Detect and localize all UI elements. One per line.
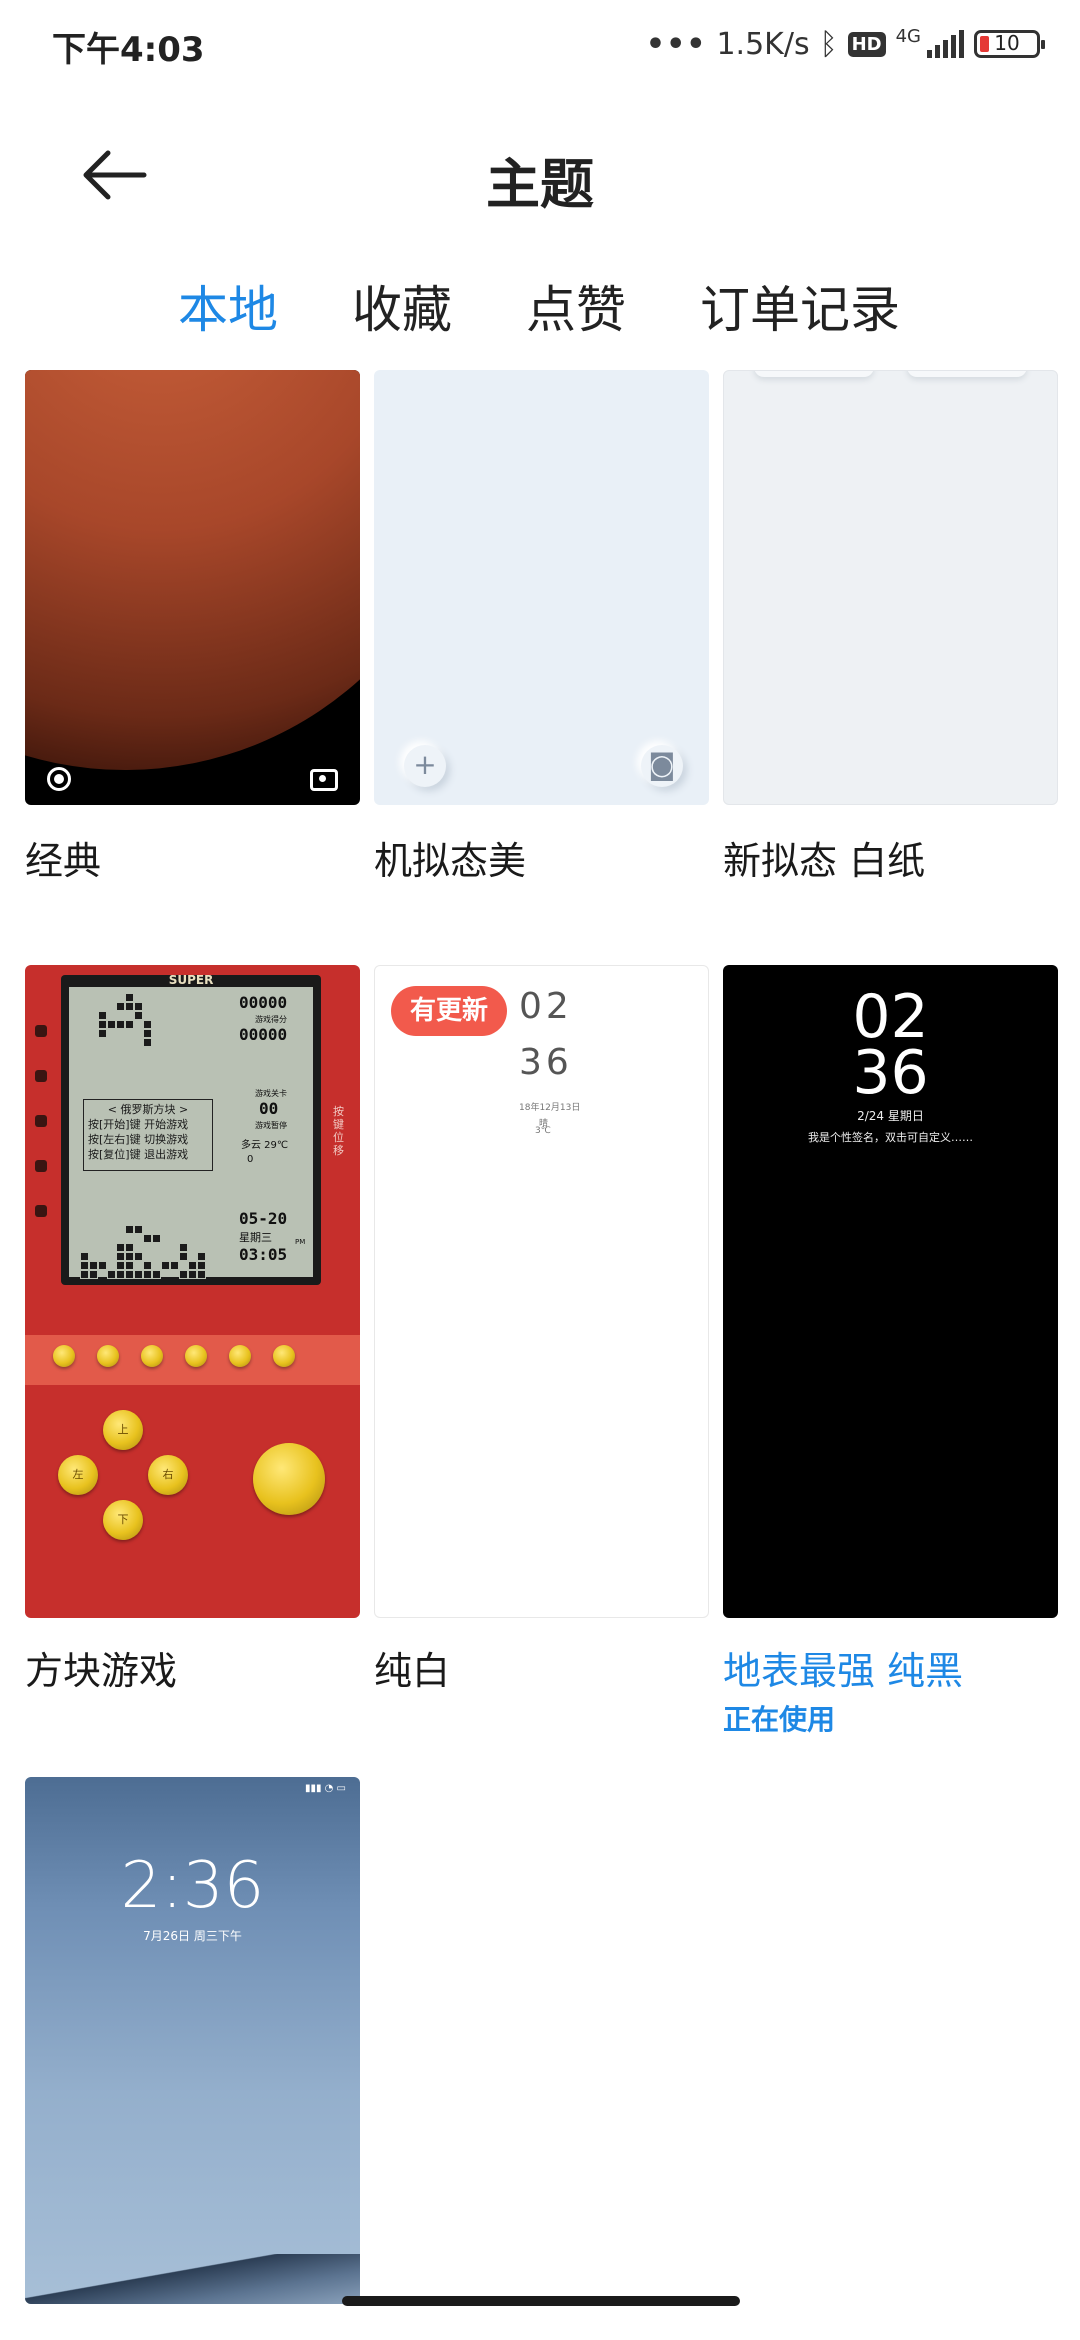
dune-image	[25, 2254, 360, 2304]
preview-minute: 36	[852, 1038, 929, 1108]
lcd-brand: SUPER	[168, 973, 214, 987]
theme-name: 机拟态美	[374, 839, 527, 883]
dpad-left-button: 左	[58, 1455, 98, 1495]
tetris-menu: < 俄罗斯方块 > 按[开始]键 开始游戏 按[左右]键 切换游戏 按[复位]键…	[83, 1099, 213, 1171]
preview-signature: 我是个性签名，双击可自定义……	[808, 1131, 973, 1144]
preview-minute: 36	[519, 1042, 573, 1083]
camera-icon: ◙	[641, 745, 683, 787]
camera-icon	[35, 1205, 47, 1217]
preview-date: 18年12月13日	[519, 1103, 581, 1113]
mars-planet-image	[25, 370, 360, 770]
theme-name: 地表最强 纯黑	[723, 1649, 964, 1693]
record-icon	[47, 767, 71, 791]
page-title: 主题	[486, 153, 594, 216]
preview-time: 2:36	[120, 1849, 265, 1923]
menu-title: < 俄罗斯方块 >	[107, 1103, 189, 1116]
preview-temp: 3℃	[535, 1126, 551, 1136]
tetris-lcd: SUPER < 俄罗斯方块 > 按[开始]键 开始游戏 按[左右]键 切换游戏 …	[61, 973, 321, 1285]
chat-icon	[35, 1025, 47, 1037]
clock-readout: 03:05	[239, 1245, 288, 1264]
hd-icon: HD	[847, 31, 886, 57]
menu-line: 按[开始]键 开始游戏	[88, 1118, 189, 1131]
theme-name: 经典	[25, 839, 102, 883]
bluetooth-icon: ᛒ	[819, 26, 838, 62]
function-button	[141, 1345, 163, 1367]
in-use-status: 正在使用	[723, 1703, 836, 1736]
preview-date: 2/24 星期日	[857, 1109, 924, 1123]
theme-card-pure-white[interactable]: 有更新 02 36 18年12月13日 晴 3℃	[374, 965, 709, 1618]
menu-line: 按[左右]键 切换游戏	[88, 1133, 189, 1146]
dpad-down-button: 下	[103, 1500, 143, 1540]
menu-line: 按[复位]键 退出游戏	[88, 1148, 189, 1161]
tab-favorites[interactable]: 收藏	[352, 270, 452, 342]
tab-bar: 本地 收藏 点赞 订单记录	[0, 270, 1080, 350]
net-speed: 1.5K/s	[716, 26, 810, 62]
side-hint: 按键位移	[333, 1105, 344, 1157]
score-readout-2: 00000	[239, 1025, 288, 1044]
score-readout: 00000	[239, 993, 288, 1012]
preview-hour: 02	[519, 986, 573, 1027]
battery-icon: 10	[974, 30, 1045, 58]
more-dots-icon: •••	[645, 26, 707, 62]
update-badge: 有更新	[391, 986, 507, 1036]
network-type: 4G	[895, 25, 921, 47]
alarm-icon	[35, 1070, 47, 1082]
function-button-strip	[25, 1335, 360, 1385]
function-button	[53, 1345, 75, 1367]
camera-icon	[310, 769, 338, 791]
function-button	[229, 1345, 251, 1367]
pause-label: 游戏暂停	[255, 1121, 287, 1130]
theme-card-tetris[interactable]: SUPER < 俄罗斯方块 > 按[开始]键 开始游戏 按[左右]键 切换游戏 …	[25, 965, 360, 1618]
plus-icon: +	[404, 745, 446, 787]
status-indicators: ••• 1.5K/s ᛒ HD 4G 10	[645, 22, 1045, 66]
theme-card-classic[interactable]	[25, 370, 360, 805]
phone-icon	[35, 1160, 47, 1172]
ampm-readout: PM	[295, 1238, 306, 1246]
dpad-right-button: 右	[148, 1455, 188, 1495]
mini-status-icons: ▮▮▮ ◔ ▭	[304, 1783, 346, 1794]
signal-icon	[927, 30, 964, 58]
theme-card-neumorphic[interactable]: + ◙	[374, 370, 709, 805]
status-bar: 下午4:03 ••• 1.5K/s ᛒ HD 4G 10	[0, 0, 1080, 90]
action-button	[253, 1443, 325, 1515]
theme-name: 方块游戏	[25, 1649, 178, 1693]
function-button	[273, 1345, 295, 1367]
level-readout: 00	[259, 1099, 279, 1118]
home-indicator[interactable]	[342, 2296, 740, 2306]
theme-name: 纯白	[374, 1649, 451, 1693]
theme-card-sky[interactable]: ▮▮▮ ◔ ▭ 2:36 7月26日 周三下午	[25, 1777, 360, 2304]
tab-likes[interactable]: 点赞	[526, 270, 626, 342]
battery-level: 10	[994, 31, 1020, 55]
steps-readout: 0	[247, 1154, 254, 1165]
function-button	[97, 1345, 119, 1367]
status-time: 下午4:03	[52, 30, 205, 70]
decorative-bar	[754, 371, 874, 377]
date-readout: 05-20	[239, 1209, 288, 1228]
theme-card-pure-black[interactable]: 02 36 2/24 星期日 我是个性签名，双击可自定义……	[723, 965, 1058, 1618]
preview-date: 7月26日 周三下午	[143, 1929, 242, 1943]
theme-card-white-paper[interactable]	[723, 370, 1058, 805]
function-button	[185, 1345, 207, 1367]
tab-local[interactable]: 本地	[178, 270, 278, 342]
weekday-readout: 星期三	[239, 1231, 272, 1244]
theme-name: 新拟态 白纸	[723, 839, 926, 883]
bell-icon	[35, 1115, 47, 1127]
weather-readout: 多云 29℃	[241, 1140, 289, 1151]
decorative-bar	[907, 371, 1027, 377]
tab-orders[interactable]: 订单记录	[700, 270, 900, 342]
dpad-up-button: 上	[103, 1410, 143, 1450]
